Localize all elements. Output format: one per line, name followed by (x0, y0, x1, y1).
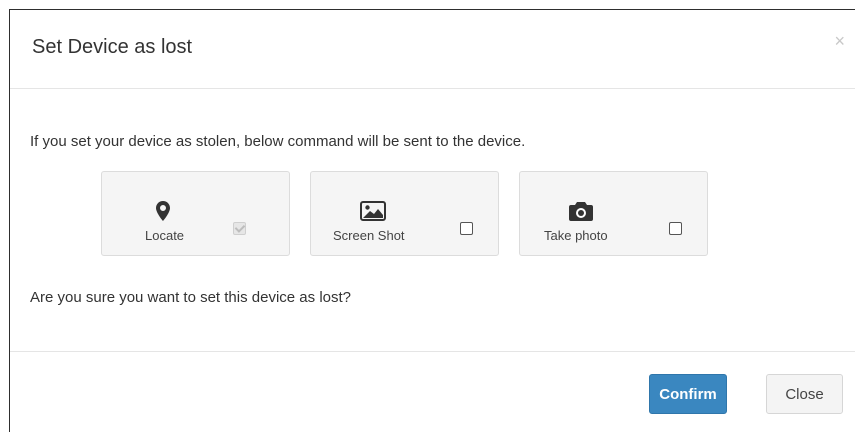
camera-icon (567, 198, 595, 224)
dialog-body: If you set your device as stolen, below … (10, 89, 855, 352)
dialog-footer: Confirm Close (10, 352, 855, 434)
locate-checkbox[interactable] (233, 222, 246, 235)
command-label-screenshot: Screen Shot (333, 228, 405, 243)
close-icon[interactable]: × (834, 32, 845, 50)
command-card-screenshot: Screen Shot (310, 171, 499, 256)
confirmation-question: Are you sure you want to set this device… (30, 289, 351, 306)
command-card-take-photo: Take photo (519, 171, 708, 256)
command-label-take-photo: Take photo (544, 228, 608, 243)
intro-text: If you set your device as stolen, below … (30, 133, 526, 150)
dialog-header: Set Device as lost × (10, 10, 855, 89)
dialog-title: Set Device as lost (32, 36, 193, 58)
screenshot-checkbox[interactable] (460, 222, 473, 235)
image-icon (359, 198, 387, 224)
take-photo-checkbox[interactable] (669, 222, 682, 235)
set-device-lost-dialog: Set Device as lost × If you set your dev… (9, 9, 855, 432)
command-label-locate: Locate (145, 228, 185, 243)
command-card-locate: Locate (101, 171, 290, 256)
confirm-button[interactable]: Confirm (649, 374, 727, 414)
map-pin-icon (149, 198, 177, 224)
close-button[interactable]: Close (766, 374, 843, 414)
